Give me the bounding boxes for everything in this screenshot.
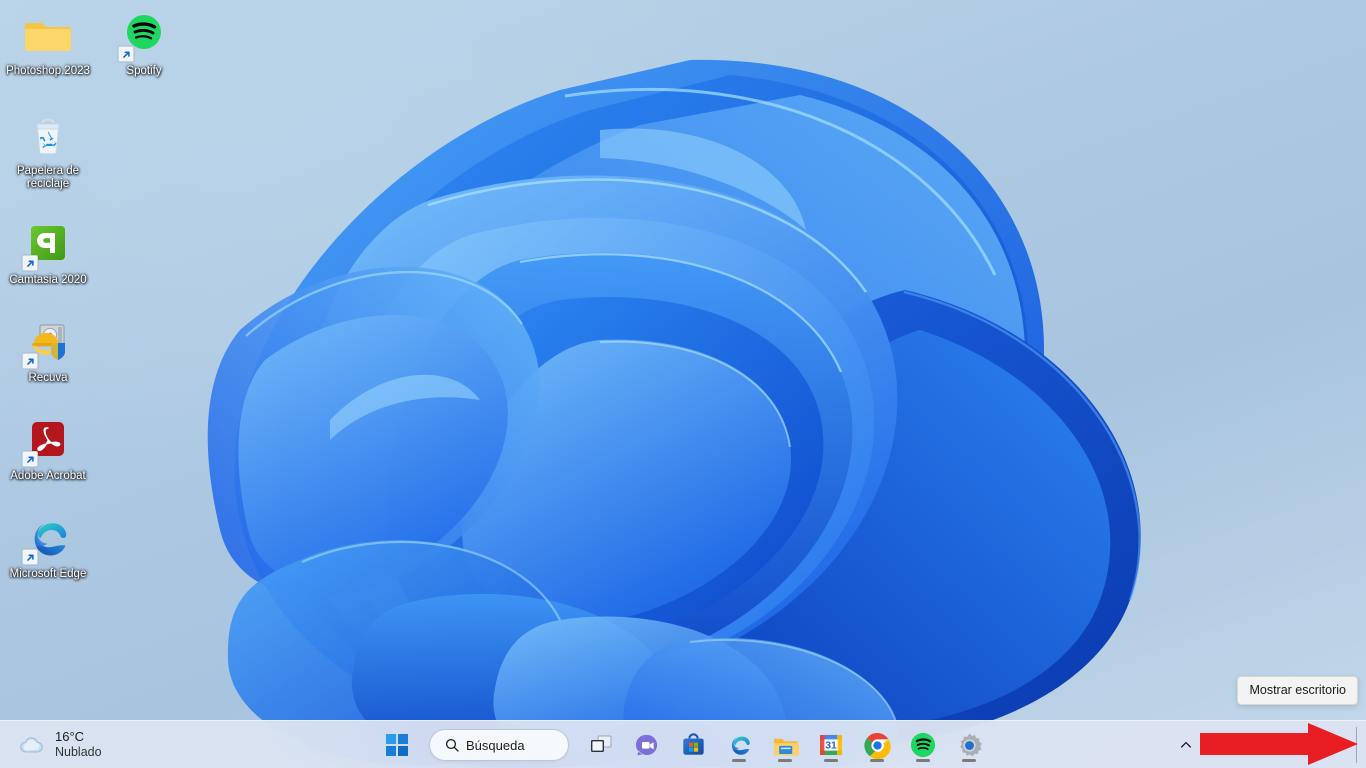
- running-indicator: [870, 759, 884, 762]
- windows-bloom-wallpaper-art: [207, 59, 1141, 768]
- taskbar-button-chat[interactable]: [627, 725, 667, 765]
- search-icon: [445, 738, 459, 752]
- shortcut-arrow-icon: [22, 353, 38, 369]
- svg-text:31: 31: [825, 741, 837, 752]
- store-icon: [682, 732, 704, 755]
- search-placeholder: Búsqueda: [466, 737, 525, 753]
- desktop-wallpaper[interactable]: [0, 0, 1366, 768]
- weather-condition: Nublado: [55, 745, 102, 760]
- tray-hidden-icons-button[interactable]: [1172, 728, 1200, 762]
- running-indicator: [962, 759, 976, 762]
- weather-temperature: 16°C: [55, 729, 85, 745]
- calendar-icon: 31: [819, 734, 843, 756]
- running-indicator: [778, 759, 792, 762]
- show-desktop-tooltip: Mostrar escritorio: [1237, 676, 1358, 705]
- cloud-icon: [20, 737, 43, 753]
- desktop-icon-grid: Photoshop.2023 Spotify Papelera de recic…: [0, 0, 200, 720]
- taskbar-button-calendar[interactable]: 31: [811, 725, 851, 765]
- taskbar-weather-widget[interactable]: 16°C Nublado: [10, 721, 114, 768]
- running-indicator: [916, 759, 930, 762]
- desktop-icon-label: Adobe Acrobat: [10, 470, 86, 482]
- shortcut-arrow-icon: [22, 549, 38, 565]
- desktop-icon-label: Microsoft Edge: [9, 568, 87, 580]
- shortcut-arrow-icon: [22, 255, 38, 271]
- edge-icon: [731, 736, 750, 755]
- shortcut-arrow-icon: [118, 46, 134, 62]
- search-input[interactable]: Búsqueda: [429, 729, 569, 761]
- desktop-icon-microsoft-edge[interactable]: Microsoft Edge: [0, 511, 96, 583]
- taskbar-button-task-view[interactable]: [581, 725, 621, 765]
- taskbar-button-microsoft-edge[interactable]: [719, 725, 759, 765]
- recycle-bin-icon: [36, 118, 60, 155]
- task-view-icon: [591, 735, 612, 752]
- desktop-icon-label: Camtasia 2020: [9, 274, 87, 286]
- taskbar-button-spotify[interactable]: [903, 725, 943, 765]
- desktop-icon-label: Spotify: [126, 65, 162, 77]
- taskbar-center-cluster: Búsqueda 31: [0, 721, 1366, 768]
- spotify-icon: [910, 732, 936, 758]
- desktop-icon-label: Papelera de reciclaje: [16, 165, 80, 190]
- taskbar-button-microsoft-store[interactable]: [673, 725, 713, 765]
- taskbar: 16°C Nublado Búsqueda 31: [0, 720, 1366, 768]
- desktop-icon-label: Photoshop.2023: [6, 65, 90, 77]
- desktop-icon-spotify[interactable]: Spotify: [96, 8, 192, 80]
- chat-icon: [635, 734, 657, 755]
- running-indicator: [824, 759, 838, 762]
- desktop-icon-camtasia-2020[interactable]: Camtasia 2020: [0, 217, 96, 289]
- settings-gear-icon: [959, 733, 982, 756]
- red-arrow-annotation: [1200, 723, 1358, 765]
- chrome-icon: [863, 732, 891, 759]
- file-explorer-icon: [773, 738, 799, 756]
- windows-logo-icon: [386, 734, 408, 756]
- running-indicator: [732, 759, 746, 762]
- taskbar-button-google-chrome[interactable]: [857, 725, 897, 765]
- desktop-icon-recycle-bin[interactable]: Papelera de reciclaje: [0, 108, 96, 193]
- taskbar-button-file-explorer[interactable]: [765, 725, 805, 765]
- shortcut-arrow-icon: [22, 451, 38, 467]
- desktop-icon-adobe-acrobat[interactable]: Adobe Acrobat: [0, 413, 96, 485]
- chevron-up-icon: [1180, 741, 1192, 748]
- desktop-icon-photoshop-2023[interactable]: Photoshop.2023: [0, 8, 96, 80]
- desktop-icon-recuva[interactable]: Recuva: [0, 315, 96, 387]
- start-button[interactable]: [377, 725, 417, 765]
- desktop-icon-label: Recuva: [28, 372, 68, 384]
- taskbar-button-settings[interactable]: [949, 725, 989, 765]
- folder-icon: [25, 23, 71, 51]
